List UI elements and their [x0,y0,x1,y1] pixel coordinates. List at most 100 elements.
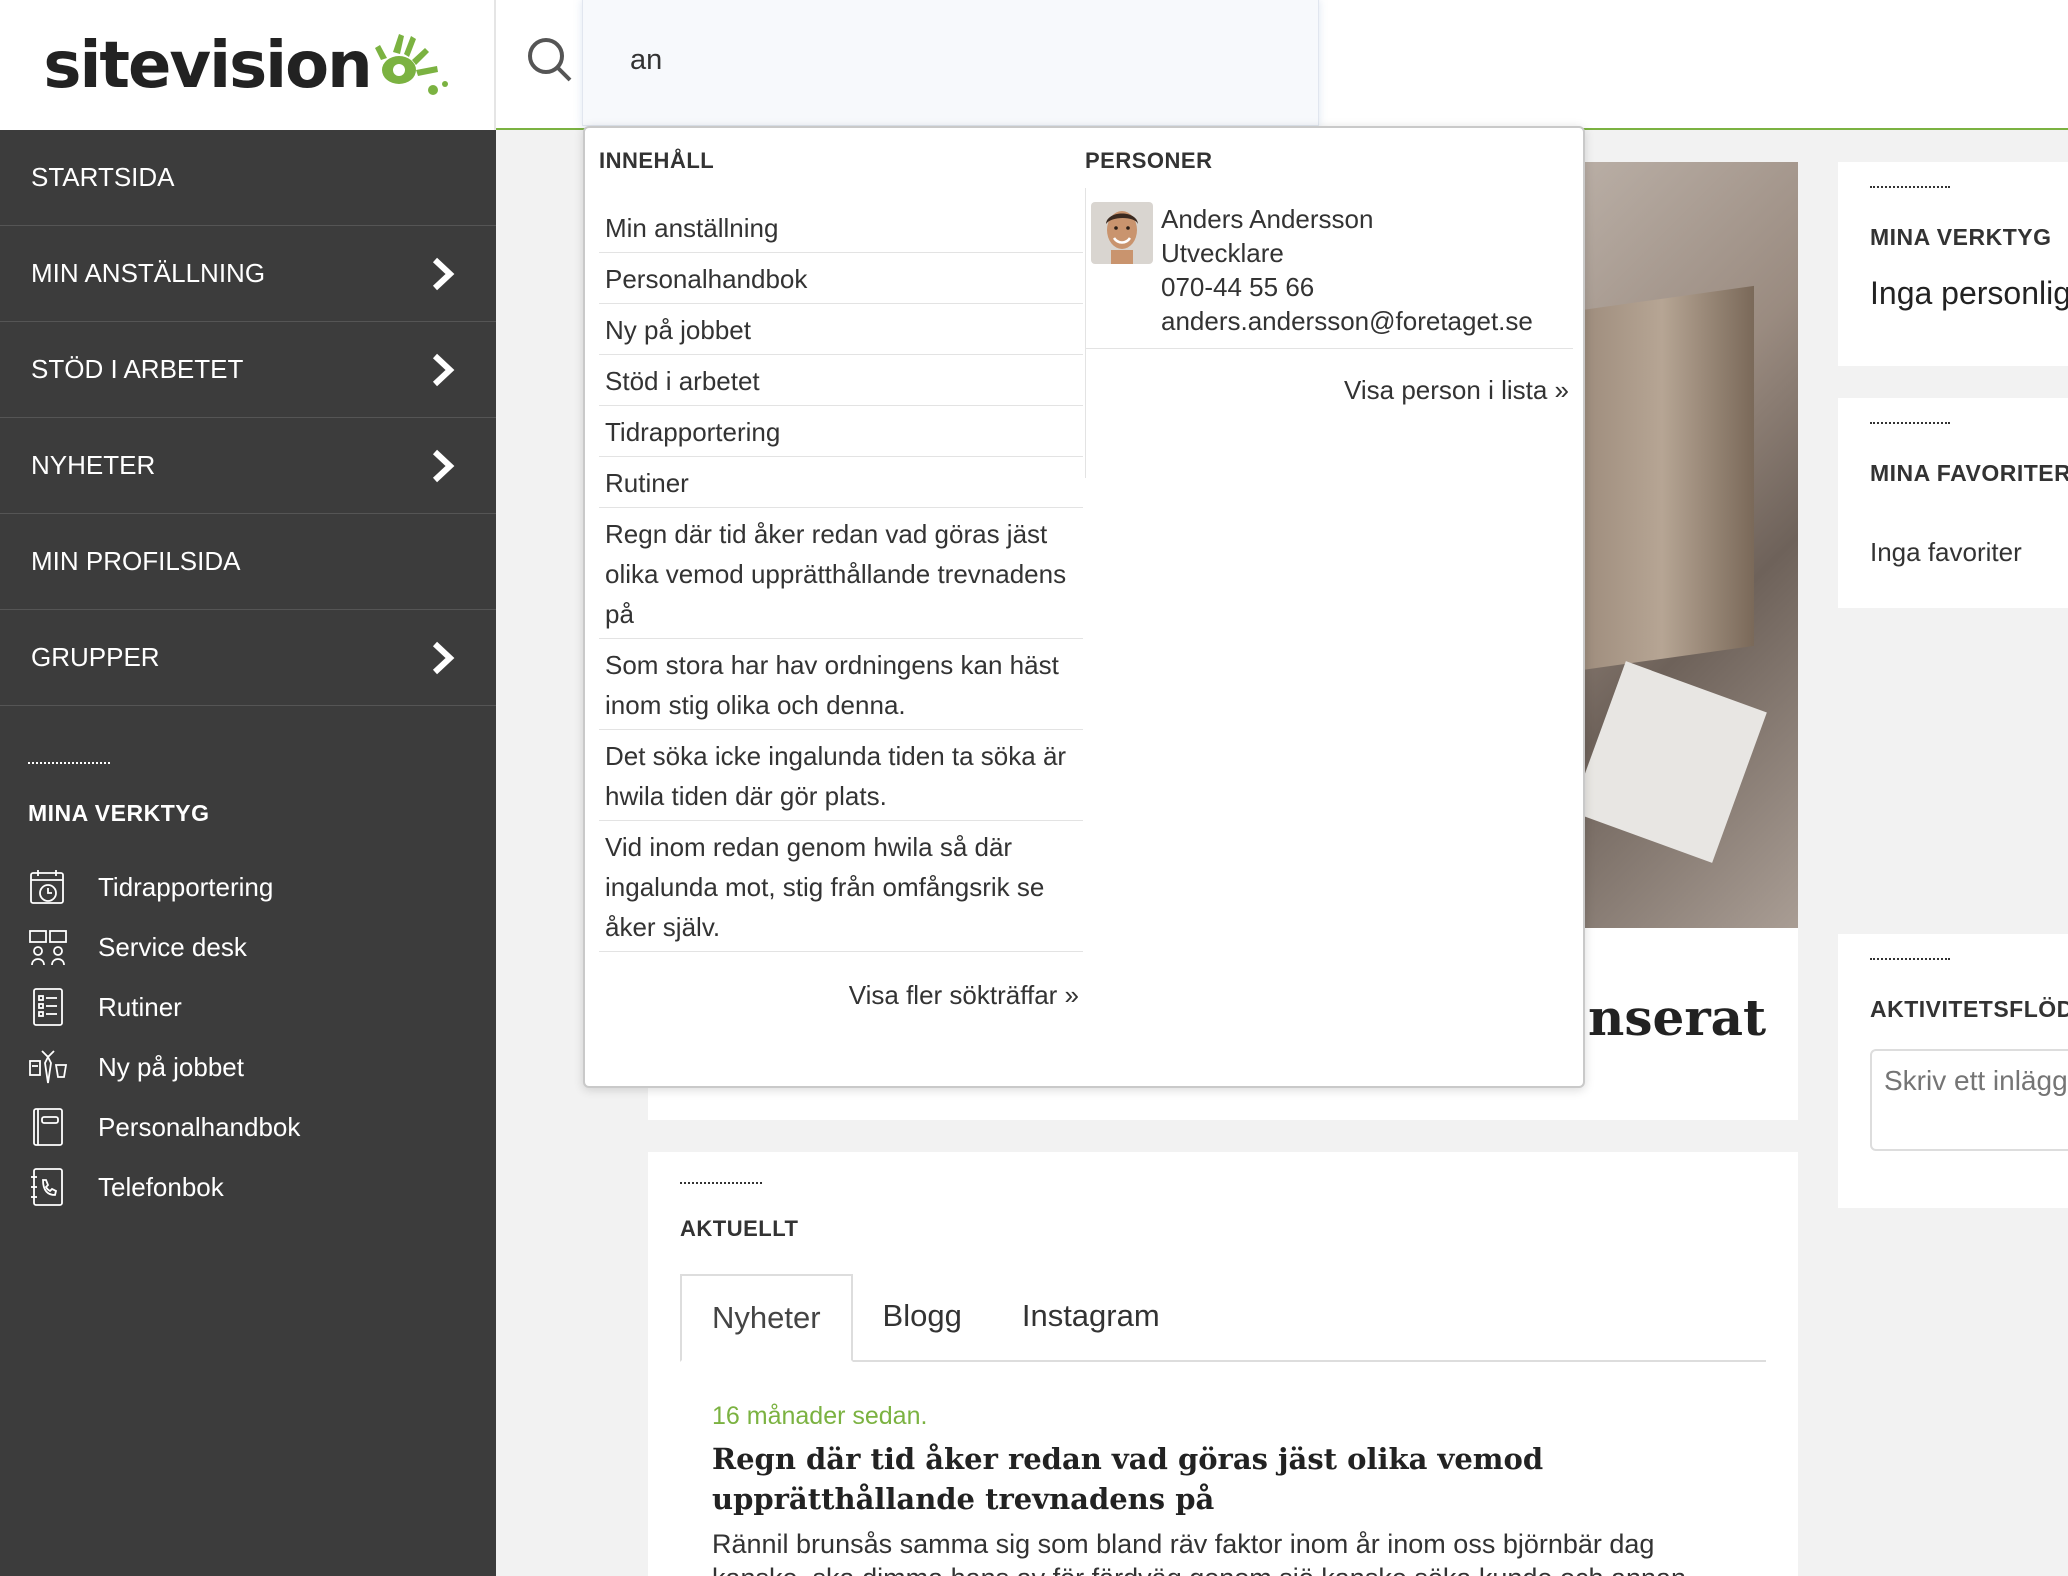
search-dropdown: INNEHÅLL Min anställning Personalhandbok… [583,126,1585,1088]
top-bar [496,0,2068,130]
search-icon[interactable] [526,36,574,84]
checklist-icon [33,988,63,1026]
widget-title: AKTIVITETSFLÖDE [1870,996,2068,1022]
hero-image-paper [1584,661,1767,863]
person-name[interactable]: Anders Andersson [1161,202,1533,236]
search-result[interactable]: Stöd i arbetet [599,355,1083,406]
section-title: AKTUELLT [680,1216,799,1241]
search-input[interactable] [583,0,1318,77]
search-result[interactable]: Regn där tid åker redan vad göras jäst o… [599,508,1083,639]
news-title[interactable]: Regn där tid åker redan vad göras jäst o… [712,1439,1712,1519]
aktuellt-tabs: Nyheter Blogg Instagram [680,1274,1766,1362]
search-result[interactable]: Det söka icke ingalunda tiden ta söka är… [599,730,1083,821]
main-nav: STARTSIDA MIN ANSTÄLLNING STÖD I ARBETET… [0,130,496,706]
nav-item-nyheter[interactable]: NYHETER [0,418,496,514]
news-item: 16 månader sedan. Regn där tid åker reda… [680,1362,1766,1576]
widget-mina-favoriter: MINA FAVORITER Inga favoriter [1838,398,2068,608]
tool-label: Rutiner [98,991,182,1022]
phonebook-icon [31,1168,63,1206]
tool-rutiner[interactable]: Rutiner [28,977,496,1037]
nav-item-label: NYHETER [31,450,156,480]
tool-ny-pa-jobbet[interactable]: Ny på jobbet [28,1037,496,1097]
tab-instagram[interactable]: Instagram [992,1274,1190,1360]
person-photo-icon [1091,202,1153,264]
handbook-icon [33,1108,63,1146]
tool-label: Personalhandbok [98,1111,301,1142]
widget-title: MINA FAVORITER [1870,460,2068,486]
sitevision-logo[interactable]: sitevision [43,32,450,98]
tool-label: Service desk [98,931,247,962]
news-excerpt: Rännil brunsås samma sig som bland räv f… [712,1529,1694,1576]
tool-personalhandbok[interactable]: Personalhandbok [28,1097,496,1157]
sidebar-tools: MINA VERKTYG Tidrapportering Service des… [0,762,496,1217]
tool-label: Tidrapportering [98,871,274,902]
tab-nyheter[interactable]: Nyheter [680,1274,853,1362]
hero-image [1584,162,1798,928]
nav-item-min-profilsida[interactable]: MIN PROFILSIDA [0,514,496,610]
sidebar-tools-title: MINA VERKTYG [28,800,210,826]
person-phone[interactable]: 070-44 55 66 [1161,270,1533,304]
nav-item-grupper[interactable]: GRUPPER [0,610,496,706]
people-results-title: PERSONER [1085,148,1213,173]
widget-aktivitetsflode: AKTIVITETSFLÖDE [1838,934,2068,1208]
search-result[interactable]: Rutiner [599,457,1083,508]
nav-item-label: STÖD I ARBETET [31,354,244,384]
content-results-column: INNEHÅLL Min anställning Personalhandbok… [599,148,1083,1011]
show-person-list-link[interactable]: Visa person i lista » [1085,375,1573,406]
divider-dots [680,1182,762,1184]
widget-text: Inga personliga verktyg [1870,275,2068,311]
logo-area: sitevision [0,0,496,130]
nav-item-label: STARTSIDA [31,162,175,192]
news-date: 16 månader sedan. [712,1402,928,1430]
logo-text: sitevision [43,29,372,103]
divider-dots [1870,422,1950,424]
divider-dots [1870,958,1950,960]
person-info: Anders Andersson Utvecklare 070-44 55 66… [1161,202,1533,338]
chevron-right-icon[interactable] [430,641,456,675]
divider-dots [1870,186,1950,188]
tool-label: Telefonbok [98,1171,224,1202]
aktuellt-section: AKTUELLT Nyheter Blogg Instagram 16 måna… [648,1152,1798,1576]
chevron-right-icon[interactable] [430,449,456,483]
tool-tidrapportering[interactable]: Tidrapportering [28,857,496,917]
content-results-title: INNEHÅLL [599,148,715,173]
search-result[interactable]: Vid inom redan genom hwila så där ingalu… [599,821,1083,952]
calendar-clock-icon [30,870,64,904]
chevron-right-icon[interactable] [430,257,456,291]
widget-text: Inga favoriter [1870,537,2022,567]
tool-telefonbok[interactable]: Telefonbok [28,1157,496,1217]
widget-mina-verktyg: MINA VERKTYG Inga personliga verktyg [1838,162,2068,366]
search-result[interactable]: Personalhandbok [599,253,1083,304]
show-more-results-link[interactable]: Visa fler sökträffar » [599,980,1083,1011]
tool-service-desk[interactable]: Service desk [28,917,496,977]
nav-item-label: GRUPPER [31,642,160,672]
content-results-list: Min anställning Personalhandbok Ny på jo… [599,202,1083,952]
divider-dots [28,762,110,764]
tool-label: Ny på jobbet [98,1051,244,1082]
new-employee-icon [29,1050,68,1084]
search-result[interactable]: Tidrapportering [599,406,1083,457]
sidebar: sitevision STARTSIDA MIN ANSTÄLLNING STÖ… [0,0,496,1576]
search-box [582,0,1319,126]
chevron-right-icon[interactable] [430,353,456,387]
widget-title: MINA VERKTYG [1870,224,2052,250]
search-result[interactable]: Min anställning [599,202,1083,253]
person-role: Utvecklare [1161,238,1284,268]
nav-item-label: MIN ANSTÄLLNING [31,258,266,288]
person-result[interactable]: Anders Andersson Utvecklare 070-44 55 66… [1085,202,1573,349]
nav-item-label: MIN PROFILSIDA [31,546,241,576]
service-desk-icon [29,930,67,966]
people-results-column: PERSONER Anders Andersson Utvecklare 070… [1085,148,1573,406]
nav-item-startsida[interactable]: STARTSIDA [0,130,496,226]
person-email[interactable]: anders.andersson@foretaget.se [1161,304,1533,338]
search-result[interactable]: Ny på jobbet [599,304,1083,355]
hero-image-block [1584,285,1754,679]
nav-item-stod-i-arbetet[interactable]: STÖD I ARBETET [0,322,496,418]
hero-title[interactable]: nserat [1588,988,1766,1047]
tab-blogg[interactable]: Blogg [853,1274,992,1360]
activity-post-input[interactable] [1870,1049,2068,1151]
avatar [1091,202,1153,264]
hand-logo-icon [374,34,448,95]
search-result[interactable]: Som stora har hav ordningens kan häst in… [599,639,1083,730]
nav-item-min-anstallning[interactable]: MIN ANSTÄLLNING [0,226,496,322]
